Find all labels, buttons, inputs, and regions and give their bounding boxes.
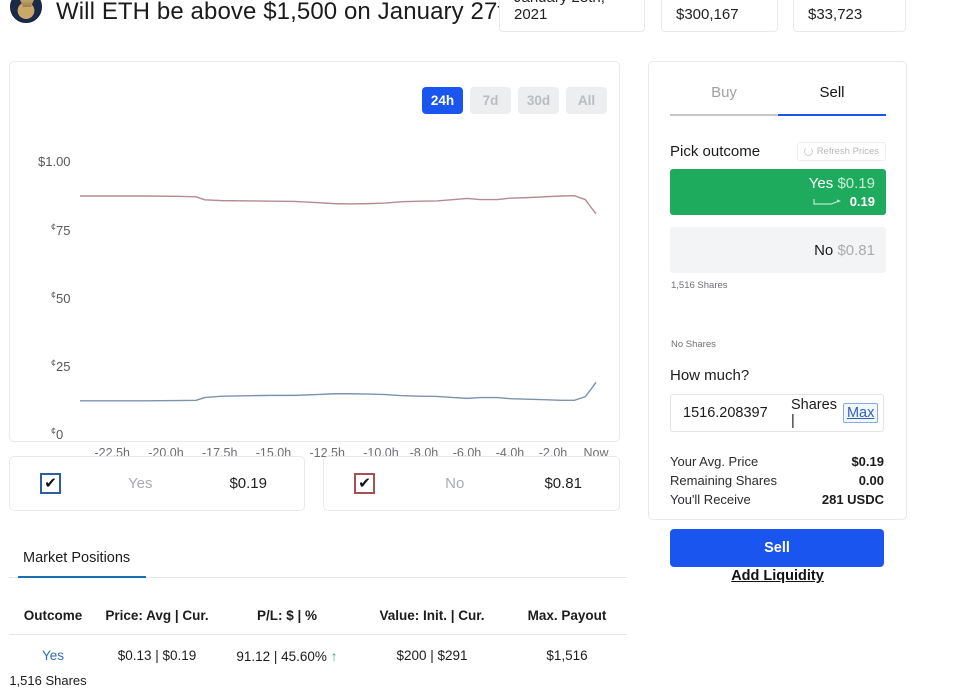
table-row[interactable]: Yes 1,516 Shares $0.13 | $0.19 91.12 | 4… [9,635,627,689]
tab-market-positions[interactable]: Market Positions [23,550,130,576]
add-liquidity-link[interactable]: Add Liquidity [648,568,907,584]
refresh-prices-label: Refresh Prices [817,146,879,157]
pick-outcome-label: Pick outcome [670,143,760,160]
outcome-filter-yes[interactable]: ✔ Yes $0.19 [9,456,305,511]
outcome-filter-yes-label: Yes [51,475,229,492]
column-price: Price: Avg | Cur. [97,598,217,635]
outcome-option-yes[interactable]: Yes $0.19 0.19 [670,169,886,215]
column-value: Value: Init. | Cur. [357,598,507,635]
sparkline-icon [813,198,845,206]
tab-active-underline [18,576,146,578]
summary-label-remaining-shares: Remaining Shares [670,473,777,488]
amount-unit-label: Shares | [791,397,837,429]
amount-input[interactable] [681,404,785,422]
trade-tabbar: Buy Sell [670,84,886,116]
tab-buy[interactable]: Buy [670,84,778,116]
market-avatar [10,0,42,23]
summary-row-remaining-shares: Remaining Shares 0.00 [670,473,884,488]
y-axis-tick-1: ¢75 [51,222,70,238]
outcome-option-no[interactable]: No $0.81 [670,227,886,273]
column-outcome: Outcome [9,598,97,635]
stat-liquidity: $33,723 [793,0,906,32]
table-header-row: Outcome Price: Avg | Cur. P/L: $ | % Val… [9,598,627,635]
trend-up-icon: ↑ [331,648,338,664]
tab-sell[interactable]: Sell [778,84,886,116]
y-axis-tick-4: ¢0 [51,426,63,442]
cell-max-payout: $1,516 [507,635,627,689]
summary-label-youll-receive: You'll Receive [670,492,751,507]
cell-outcome-link[interactable]: Yes [42,648,64,663]
pick-outcome-row: Pick outcome Refresh Prices [670,142,886,161]
sell-submit-button[interactable]: Sell [670,529,884,567]
cell-pl-value: 91.12 | 45.60% [236,649,327,664]
cell-outcome: Yes 1,516 Shares [9,635,97,689]
outcome-option-no-header: No $0.81 [814,242,875,259]
trade-panel: Buy Sell Pick outcome Refresh Prices Yes… [648,61,907,520]
refresh-prices-button[interactable]: Refresh Prices [797,142,886,161]
summary-value-remaining-shares: 0.00 [859,473,884,488]
market-positions-table: Outcome Price: Avg | Cur. P/L: $ | % Val… [9,598,627,688]
price-chart-svg [10,62,621,443]
page-title: Will ETH be above $1,500 on January 27th… [56,0,531,26]
outcome-filter-no[interactable]: ✔ No $0.81 [323,456,620,511]
chart-line-no [80,196,596,214]
column-pl: P/L: $ | % [217,598,357,635]
stat-volume-value: $300,167 [676,6,739,23]
price-chart-card: 24h 7d 30d All $1.00¢75¢50¢25¢0-22.5h-20… [9,61,620,442]
y-axis-tick-2: ¢50 [51,290,70,306]
stat-end-date-value: January 28th, 2021 [514,0,630,23]
summary-label-avg-price: Your Avg. Price [670,454,758,469]
cell-pl: 91.12 | 45.60% ↑ [217,635,357,689]
outcome-option-yes-sparkvalue: 0.19 [850,194,875,209]
stat-end-date: January 28th, 2021 [499,0,645,32]
max-button[interactable]: Max [843,403,878,423]
cell-price: $0.13 | $0.19 [97,635,217,689]
page-header: Will ETH be above $1,500 on January 27th… [0,0,960,46]
y-axis-tick-0: $1.00 [38,154,71,169]
outcome-option-yes-label: Yes [809,175,833,192]
chart-line-yes [80,382,596,400]
outcome-option-no-price: $0.81 [837,242,875,259]
outcome-filter-no-price: $0.81 [544,475,582,492]
outcome-option-yes-sparkrow: 0.19 [813,194,875,209]
how-much-label: How much? [670,367,749,384]
outcome-option-yes-shares: 1,516 Shares [671,280,728,291]
cell-value: $200 | $291 [357,635,507,689]
stat-volume: $300,167 [661,0,778,32]
outcome-option-yes-header: Yes $0.19 [809,175,875,192]
cell-outcome-shares: 1,516 Shares [0,673,97,688]
column-max-payout: Max. Payout [507,598,627,635]
outcome-filter-yes-price: $0.19 [229,475,267,492]
amount-field-wrapper[interactable]: Shares | Max [670,394,884,432]
outcome-option-yes-price: $0.19 [837,175,875,192]
refresh-icon [804,147,813,156]
outcome-option-no-shares: No Shares [671,339,716,350]
price-chart-plot[interactable]: $1.00¢75¢50¢25¢0-22.5h-20.0h-17.5h-15.0h… [10,62,621,443]
summary-value-avg-price: $0.19 [851,454,884,469]
summary-row-youll-receive: You'll Receive 281 USDC [670,492,884,507]
market-page: Will ETH be above $1,500 on January 27th… [0,0,960,696]
summary-row-avg-price: Your Avg. Price $0.19 [670,454,884,469]
outcome-option-no-label: No [814,242,833,259]
summary-value-youll-receive: 281 USDC [822,492,884,507]
market-positions-tabbar: Market Positions [9,542,627,578]
y-axis-tick-3: ¢25 [51,358,70,374]
stat-liquidity-value: $33,723 [808,6,862,23]
outcome-filter-no-label: No [365,475,544,492]
